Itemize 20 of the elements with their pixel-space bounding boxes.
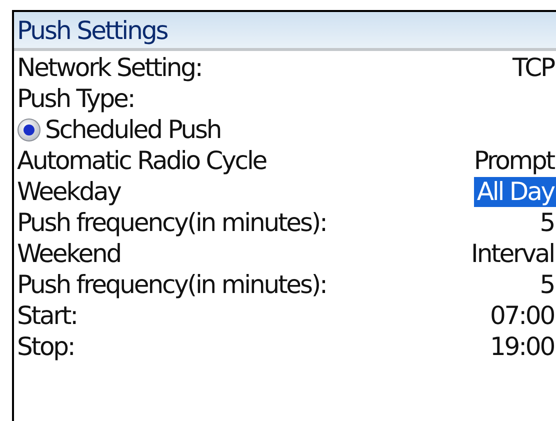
setting-label: Weekend xyxy=(17,238,120,268)
setting-value[interactable]: 19:00 xyxy=(486,332,556,362)
setting-value[interactable]: 07:00 xyxy=(486,300,556,330)
setting-label: Automatic Radio Cycle xyxy=(17,146,266,176)
setting-value[interactable]: 5 xyxy=(536,270,556,300)
setting-label: Network Setting: xyxy=(17,52,202,82)
setting-label: Push frequency(in minutes): xyxy=(17,208,326,238)
setting-value[interactable]: TCP xyxy=(509,52,556,82)
screen-title: Push Settings xyxy=(17,16,168,44)
radio-label: Scheduled Push xyxy=(45,114,221,144)
section-label: Push Type: xyxy=(17,84,134,114)
radio-button[interactable] xyxy=(17,118,41,142)
setting-value[interactable]: Interval xyxy=(468,238,556,268)
setting-label: Weekday xyxy=(17,176,120,206)
setting-value[interactable]: 5 xyxy=(536,208,556,238)
setting-value[interactable]: Prompt xyxy=(470,146,556,176)
setting-label: Stop: xyxy=(17,332,74,362)
setting-label: Push frequency(in minutes): xyxy=(17,270,326,300)
setting-value[interactable]: All Day xyxy=(474,176,556,206)
setting-label: Start: xyxy=(17,300,77,330)
